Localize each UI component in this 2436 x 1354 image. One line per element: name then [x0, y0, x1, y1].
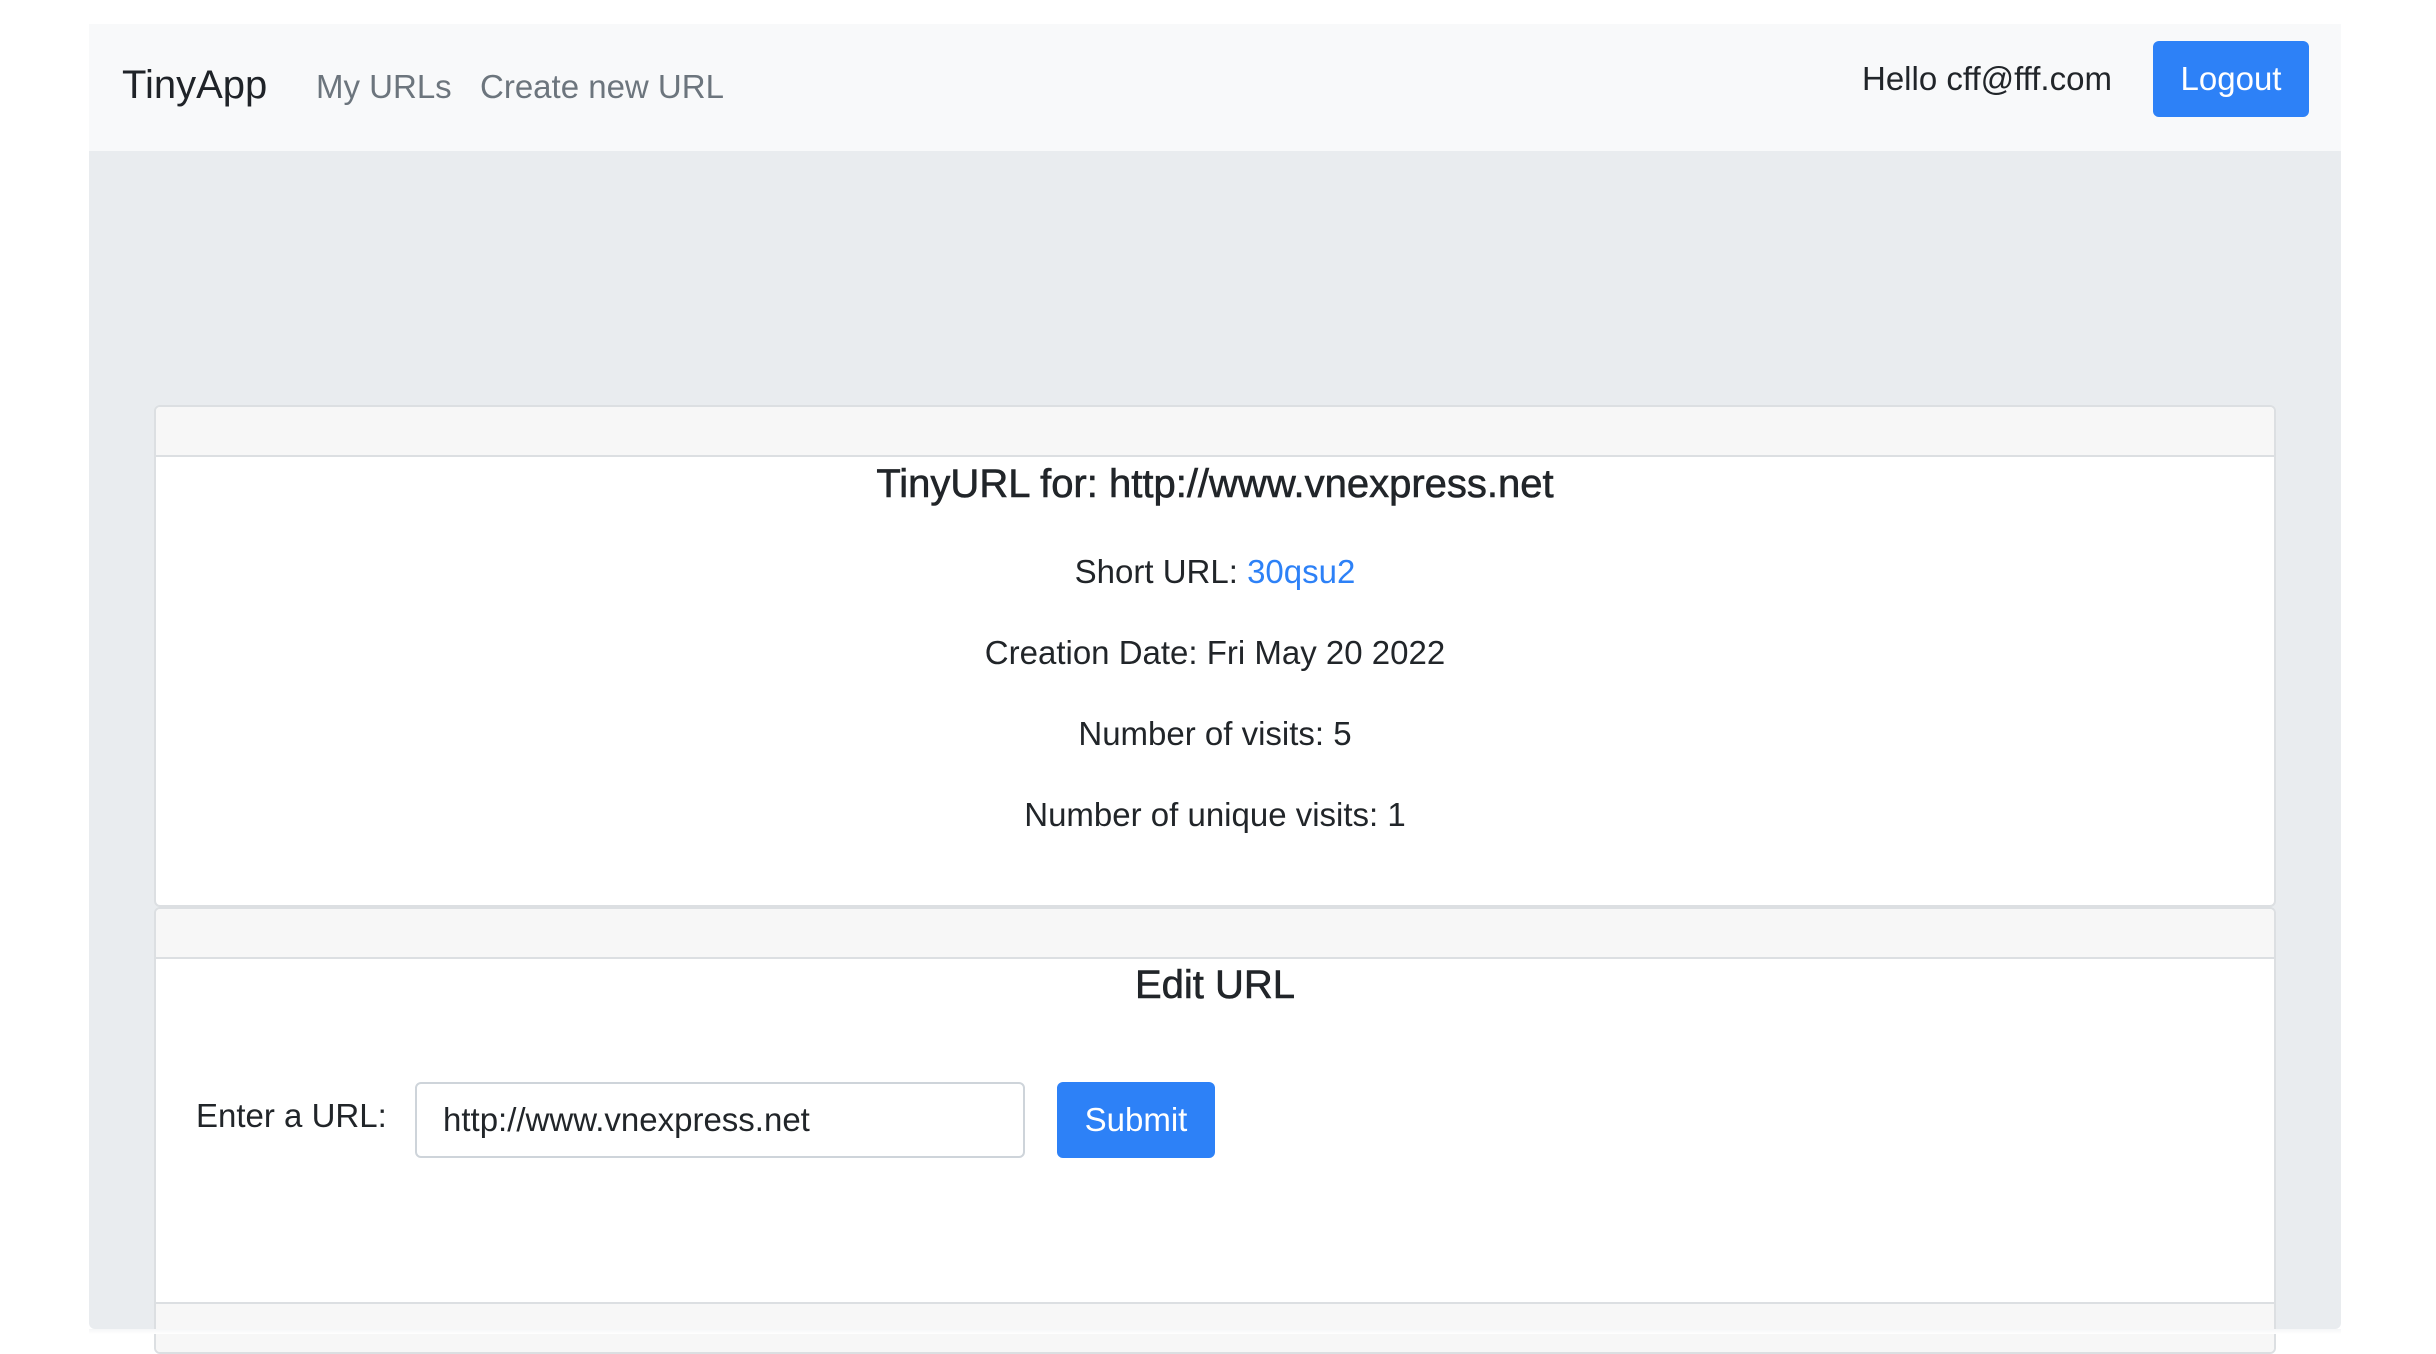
navbar: TinyApp My URLs Create new URL Hello cff… — [89, 24, 2341, 151]
short-url-line: Short URL: 30qsu2 — [156, 555, 2274, 588]
page: TinyApp My URLs Create new URL Hello cff… — [89, 24, 2341, 1354]
short-url-label: Short URL: — [1074, 553, 1248, 590]
main-panel: TinyURL for: http://www.vnexpress.net Sh… — [89, 151, 2341, 1354]
nav-link-my-urls[interactable]: My URLs — [316, 70, 452, 103]
unique-visit-count: Number of unique visits: 1 — [1024, 796, 1406, 833]
edit-url-title: Edit URL — [1134, 963, 1296, 1007]
creation-date: Creation Date: Fri May 20 2022 — [984, 634, 1446, 671]
logout-button[interactable]: Logout — [2153, 41, 2309, 117]
user-greeting: Hello cff@fff.com — [1862, 60, 2112, 97]
url-input-label: Enter a URL: — [196, 1097, 387, 1134]
url-details-title: TinyURL for: http://www.vnexpress.net — [876, 462, 1554, 506]
card-header — [156, 407, 2274, 457]
brand-link[interactable]: TinyApp — [122, 65, 267, 105]
visit-count: Number of visits: 5 — [1078, 715, 1352, 752]
page-shadow — [89, 1329, 2341, 1334]
edit-url-card: Edit URL Enter a URL: Submit — [154, 907, 2276, 1354]
url-input[interactable] — [415, 1082, 1025, 1158]
url-details-card: TinyURL for: http://www.vnexpress.net Sh… — [154, 405, 2276, 907]
card-footer — [156, 1302, 2274, 1352]
short-url-link[interactable]: 30qsu2 — [1247, 553, 1355, 590]
card-header — [156, 909, 2274, 959]
submit-button[interactable]: Submit — [1057, 1082, 1215, 1158]
nav-link-create-new-url[interactable]: Create new URL — [480, 70, 724, 103]
